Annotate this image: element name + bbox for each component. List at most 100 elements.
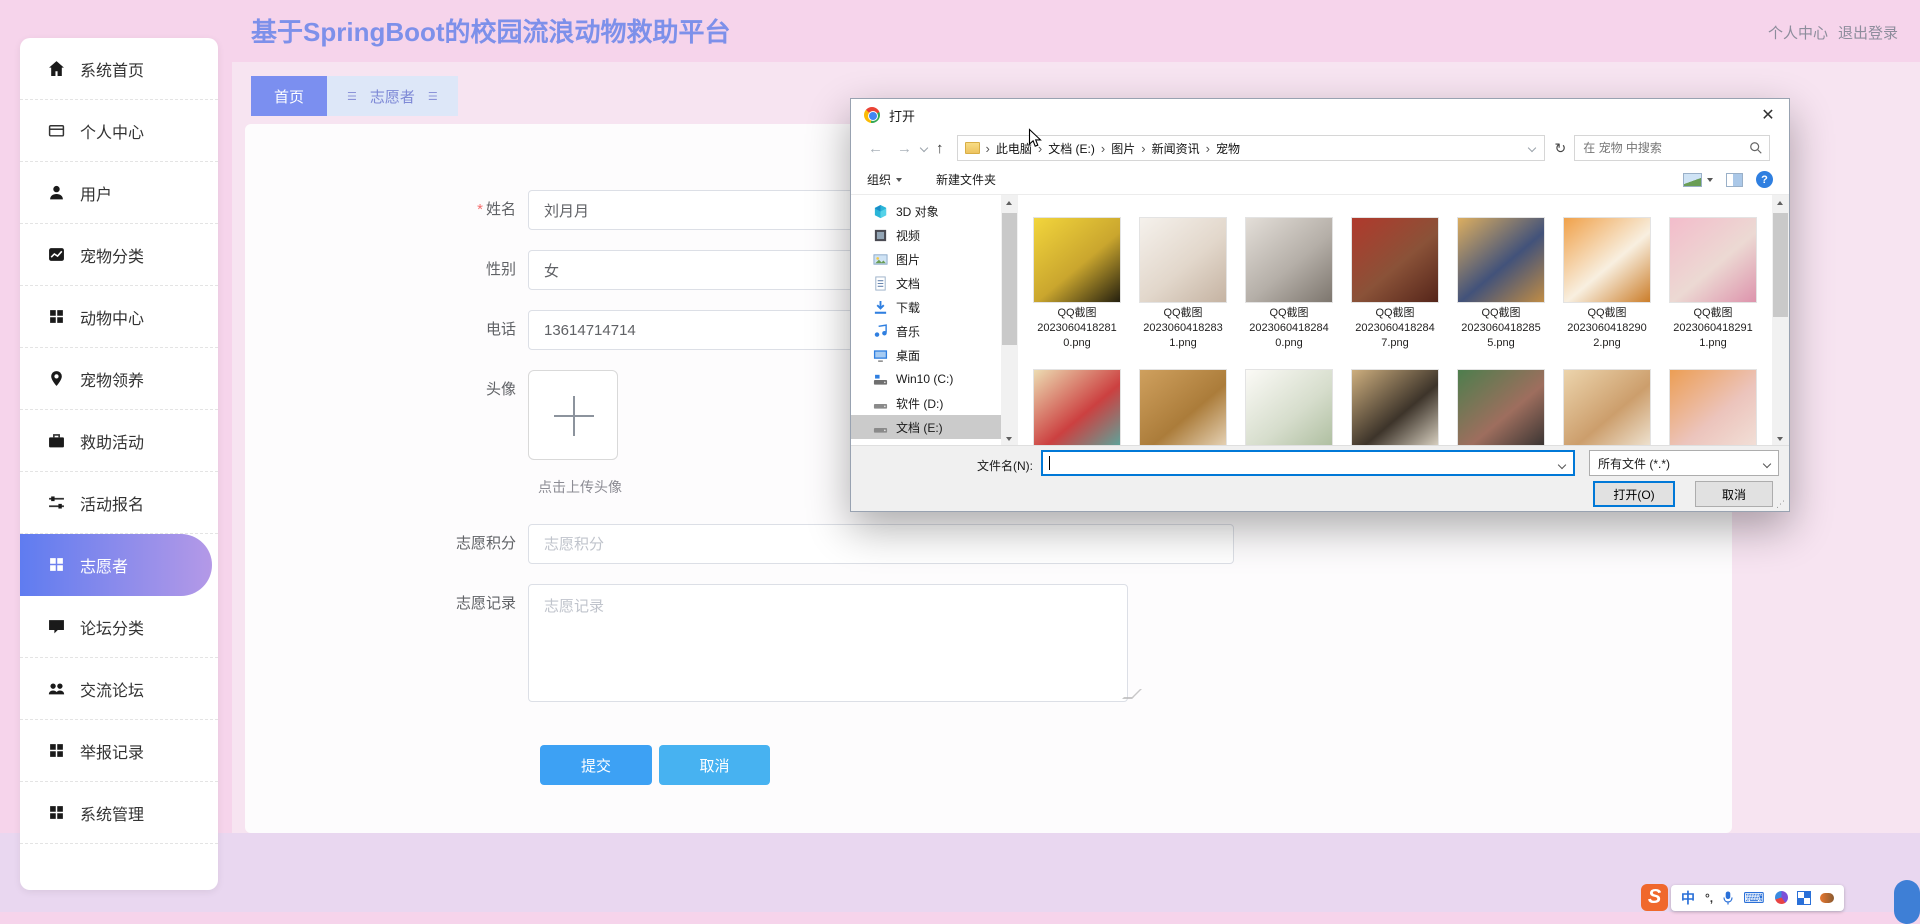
form-cancel-button[interactable]: 取消 <box>659 745 770 785</box>
skin-icon[interactable] <box>1774 891 1788 904</box>
file-item-12[interactable] <box>1554 369 1660 447</box>
organize-button[interactable]: 组织 <box>867 171 903 188</box>
breadcrumb-item[interactable]: 新闻资讯 <box>1152 140 1200 157</box>
breadcrumb-item[interactable]: 此电脑 <box>996 140 1032 157</box>
file-item-13[interactable] <box>1660 369 1766 447</box>
scrollbar-thumb[interactable] <box>1002 213 1017 345</box>
address-bar[interactable]: › 此电脑 › 文档 (E:) › 图片 › 新闻资讯 › 宠物 <box>956 135 1545 161</box>
sidebar-item-4[interactable]: 动物中心 <box>20 286 218 348</box>
file-item-6[interactable]: QQ截图 2023060418291 1.png <box>1660 217 1766 363</box>
history-chevron-icon[interactable] <box>919 143 929 153</box>
scroll-up-icon[interactable] <box>1777 201 1783 205</box>
file-item-9[interactable] <box>1236 369 1342 447</box>
grid-scrollbar[interactable] <box>1772 195 1789 447</box>
dialog-cancel-button[interactable]: 取消 <box>1695 481 1773 507</box>
resize-grip-icon[interactable]: ⋰ <box>1776 499 1786 509</box>
sidebar-item-11[interactable]: 举报记录 <box>20 720 218 782</box>
file-item-3[interactable]: QQ截图 2023060418284 7.png <box>1342 217 1448 363</box>
preview-pane-icon[interactable] <box>1726 172 1743 187</box>
avatar-upload-box[interactable] <box>528 370 618 460</box>
sidebar-item-1[interactable]: 个人中心 <box>20 100 218 162</box>
sidebar-item-label: 系统首页 <box>80 62 145 80</box>
breadcrumb-item[interactable]: 文档 (E:) <box>1048 140 1095 157</box>
sidebar-item-9[interactable]: 论坛分类 <box>20 596 218 658</box>
places-item-1[interactable]: 视频 <box>851 223 1001 247</box>
places-item-7[interactable]: Win10 (C:) <box>851 367 1001 391</box>
places-item-8[interactable]: 软件 (D:) <box>851 391 1001 415</box>
up-icon[interactable]: ↑ <box>929 140 951 157</box>
ime-lang-toggle[interactable]: 中 <box>1681 888 1695 908</box>
places-item-9[interactable]: 文档 (E:) <box>851 415 1001 439</box>
record-textarea[interactable] <box>528 584 1128 702</box>
points-input[interactable] <box>528 524 1234 564</box>
tab-volunteer[interactable]: ☰ 志愿者 ☰ <box>327 76 458 116</box>
dialog-titlebar[interactable]: 打开 ✕ <box>851 99 1789 131</box>
breadcrumb-item[interactable]: 宠物 <box>1216 140 1240 157</box>
sidebar-item-3[interactable]: 宠物分类 <box>20 224 218 286</box>
file-thumbnail <box>1033 217 1121 303</box>
download-icon <box>873 300 888 315</box>
file-item-4[interactable]: QQ截图 2023060418285 5.png <box>1448 217 1554 363</box>
sidebar-item-2[interactable]: 用户 <box>20 162 218 224</box>
places-item-4[interactable]: 下载 <box>851 295 1001 319</box>
drive-icon <box>873 420 888 435</box>
sidebar-item-12[interactable]: 系统管理 <box>20 782 218 844</box>
search-input[interactable] <box>1575 136 1770 160</box>
close-icon[interactable]: ✕ <box>1749 101 1787 129</box>
filetype-select[interactable]: 所有文件 (*.*) <box>1589 450 1779 476</box>
picture-icon <box>873 252 888 267</box>
sogou-logo-icon[interactable]: S <box>1641 884 1668 911</box>
chevron-down-icon[interactable] <box>1557 460 1567 470</box>
submit-button[interactable]: 提交 <box>540 745 652 785</box>
address-chevron-icon[interactable] <box>1527 143 1536 153</box>
scroll-down-icon[interactable] <box>1777 437 1783 441</box>
user-center-link[interactable]: 个人中心 <box>1768 22 1828 43</box>
scroll-up-icon[interactable] <box>1006 201 1012 205</box>
file-item-5[interactable]: QQ截图 2023060418290 2.png <box>1554 217 1660 363</box>
file-item-1[interactable]: QQ截图 2023060418283 1.png <box>1130 217 1236 363</box>
file-thumbnail <box>1245 217 1333 303</box>
tab-home[interactable]: 首页 <box>251 76 328 116</box>
file-name-line: 2023060418291 <box>1673 322 1753 334</box>
filename-input[interactable] <box>1041 450 1575 476</box>
filename-label: 文件名(N): <box>977 459 1033 473</box>
file-item-8[interactable] <box>1130 369 1236 447</box>
keyboard-icon[interactable]: ⌨ <box>1743 889 1765 907</box>
file-item-0[interactable]: QQ截图 2023060418281 0.png <box>1024 217 1130 363</box>
help-icon[interactable]: ? <box>1756 171 1773 188</box>
toolbox-icon[interactable] <box>1796 890 1811 905</box>
places-item-6[interactable]: 桌面 <box>851 343 1001 367</box>
file-item-2[interactable]: QQ截图 2023060418284 0.png <box>1236 217 1342 363</box>
places-item-3[interactable]: 文档 <box>851 271 1001 295</box>
scrollbar-thumb[interactable] <box>1773 213 1788 317</box>
doc-icon <box>873 275 888 291</box>
view-thumbnails-button[interactable] <box>1683 172 1713 187</box>
new-folder-button[interactable]: 新建文件夹 <box>936 171 996 188</box>
sidebar-item-5[interactable]: 宠物领养 <box>20 348 218 410</box>
grid-icon <box>48 556 65 573</box>
places-item-0[interactable]: 3D 对象 <box>851 199 1001 223</box>
file-item-11[interactable] <box>1448 369 1554 447</box>
scroll-down-icon[interactable] <box>1006 437 1012 441</box>
nav-scrollbar[interactable] <box>1001 195 1018 447</box>
file-item-10[interactable] <box>1342 369 1448 447</box>
microphone-icon[interactable] <box>1723 891 1733 905</box>
ime-punctuation-toggle[interactable]: °, <box>1705 891 1713 905</box>
forward-icon[interactable]: → <box>890 140 919 157</box>
breadcrumb-item[interactable]: 图片 <box>1111 140 1135 157</box>
back-icon[interactable]: ← <box>861 140 890 157</box>
sidebar-item-10[interactable]: 交流论坛 <box>20 658 218 720</box>
logout-link[interactable]: 退出登录 <box>1838 22 1898 43</box>
sidebar-item-8[interactable]: 志愿者 <box>20 534 212 596</box>
refresh-icon[interactable]: ↻ <box>1555 140 1567 157</box>
places-item-2[interactable]: 图片 <box>851 247 1001 271</box>
sidebar-item-0[interactable]: 系统首页 <box>20 38 218 100</box>
open-button[interactable]: 打开(O) <box>1593 481 1675 507</box>
emoji-icon[interactable] <box>1819 892 1834 903</box>
places-item-5[interactable]: 音乐 <box>851 319 1001 343</box>
sidebar-item-7[interactable]: 活动报名 <box>20 472 218 534</box>
screen-edge-handle[interactable] <box>1894 880 1920 924</box>
file-item-7[interactable] <box>1024 369 1130 447</box>
file-name-line: QQ截图 <box>1057 307 1097 319</box>
sidebar-item-6[interactable]: 救助活动 <box>20 410 218 472</box>
